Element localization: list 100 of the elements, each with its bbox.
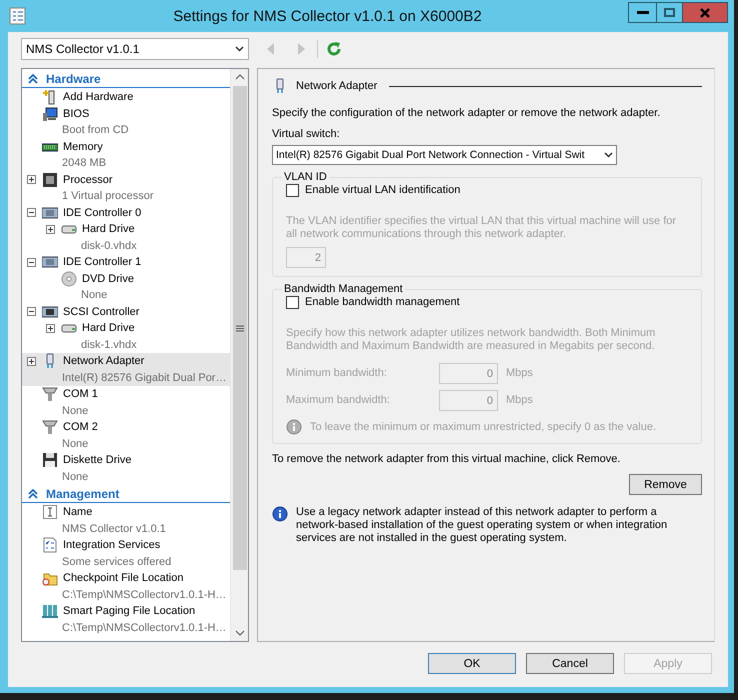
chevron-down-icon [604, 152, 613, 158]
refresh-button[interactable] [326, 41, 342, 57]
item-detail: Some services offered [61, 554, 172, 570]
expand-icon[interactable] [46, 324, 55, 333]
tree-item[interactable]: COM 2 None [22, 419, 230, 452]
item-label: SCSI Controller [63, 306, 140, 318]
tree-item[interactable]: IDE Controller 0 [22, 204, 230, 221]
item-label: Add Hardware [63, 91, 134, 104]
settings-list-icon [9, 7, 27, 25]
item-label: Processor [63, 174, 113, 186]
vlan-note: The VLAN identifier specifies the virtual LAN that this virtual machine will use for all network communications through this network adapter. [286, 215, 678, 241]
minimize-button[interactable] [628, 2, 657, 23]
tree-item[interactable]: Processor 1 Virtual processor [22, 172, 230, 204]
checklist-icon [42, 537, 58, 554]
item-detail: C:\Temp\NMSCollectorv1.0.1-H… [61, 588, 228, 602]
tree-item[interactable]: BIOS Boot from CD [22, 106, 230, 138]
item-detail: C:\Temp\NMSCollectorv1.0.1-H… [61, 620, 228, 636]
chevron-down-icon [235, 46, 244, 52]
text-cursor-icon [42, 504, 58, 520]
item-label: IDE Controller 1 [63, 256, 142, 268]
collapse-icon[interactable] [27, 208, 36, 218]
expand-icon[interactable] [27, 175, 36, 184]
item-detail: None [61, 404, 90, 418]
minimize-icon [636, 10, 648, 14]
virtual-switch-dropdown[interactable]: Intel(R) 82576 Gigabit Dual Port Network Connection - Virtual Swit [272, 145, 617, 165]
tree-item[interactable]: Diskette Drive None [22, 452, 230, 485]
tree-item[interactable]: Network Adapter Intel(R) 82576 Gigabit Dual Por… [22, 353, 230, 386]
tree-item[interactable]: Add Hardware [22, 89, 230, 106]
collapse-section-icon[interactable] [28, 74, 38, 84]
disc-icon [61, 270, 77, 287]
close-icon [699, 8, 711, 18]
section-title[interactable]: Hardware [46, 72, 101, 86]
item-detail: Boot from CD [61, 123, 130, 138]
section-heading: Network Adapter [296, 80, 378, 92]
tree-item[interactable]: Smart Paging File Location C:\Temp\NMSCollectorv1.0.1-H… [22, 603, 230, 636]
item-detail: 1 Virtual processor [61, 189, 155, 204]
item-detail: None [61, 436, 90, 452]
tree-item[interactable]: Name NMS Collector v1.0.1 [22, 504, 230, 537]
controller-icon [42, 204, 58, 221]
processor-chip-icon [42, 172, 58, 188]
item-label: Checkpoint File Location [63, 572, 184, 584]
item-detail: 2048 MB [61, 156, 108, 171]
collapse-icon[interactable] [27, 258, 36, 267]
scrollbar[interactable] [230, 69, 248, 641]
tree-item[interactable]: Memory 2048 MB [22, 138, 230, 172]
controller-icon [42, 254, 58, 270]
info-icon [286, 419, 302, 435]
refresh-icon [326, 41, 342, 57]
item-detail: disk-1.vhdx [80, 338, 138, 352]
tree-item[interactable]: IDE Controller 1 [22, 254, 230, 270]
item-label: IDE Controller 0 [63, 206, 142, 219]
dialog-button[interactable]: Cancel [526, 653, 614, 674]
expand-icon[interactable] [27, 356, 36, 366]
field-label: Virtual switch: [272, 128, 341, 141]
description-text: Specify the configuration of the network adapter or remove the network adapter. [272, 107, 662, 120]
group-title: Bandwidth Management [283, 283, 404, 295]
item-label: COM 2 [63, 421, 98, 434]
serial-port-icon [42, 386, 58, 402]
close-button[interactable] [683, 2, 728, 23]
group-title: VLAN ID [283, 171, 328, 183]
hint-text: To leave the minimum or maximum unrestricted, specify 0 as the value. [310, 420, 656, 434]
tree-item[interactable]: COM 1 None [22, 386, 230, 419]
scroll-thumb[interactable] [232, 86, 246, 570]
info-text: Use a legacy network adapter instead of this network adapter to perform a network-based installation of the guest operating system or when integration services are not installed in the guest operating system. [296, 506, 668, 545]
item-detail: None [80, 288, 108, 303]
collapse-icon[interactable] [27, 307, 36, 316]
collapse-section-icon[interactable] [28, 488, 38, 498]
maximize-button[interactable] [657, 2, 683, 23]
maximize-icon [664, 8, 675, 17]
item-label: Diskette Drive [63, 454, 132, 466]
remove-button[interactable]: Remove [629, 474, 702, 495]
unit-label: Mbps [506, 394, 533, 407]
remove-note: To remove the network adapter from this virtual machine, click Remove. [272, 453, 622, 466]
field-label: Minimum bandwidth: [286, 367, 388, 380]
item-detail: Intel(R) 82576 Gigabit Dual Por… [61, 370, 228, 386]
tree-item[interactable]: Hard Drive disk-1.vhdx [22, 320, 230, 353]
item-label: COM 1 [63, 388, 98, 400]
controller-icon [42, 304, 58, 320]
item-label: Network Adapter [63, 355, 144, 368]
item-label: Memory [63, 140, 103, 153]
item-detail: disk-0.vhdx [80, 238, 138, 254]
item-detail: NMS Collector v1.0.1 [61, 522, 167, 536]
bandwidth-note: Specify how this network adapter utilizes network bandwidth. Both Minimum Bandwidth and Maximum Bandwidth are measured in Megabits per second. [286, 327, 656, 353]
serial-port-icon [42, 419, 58, 436]
tree-item[interactable]: DVD Drive None [22, 270, 230, 304]
item-label: Hard Drive [82, 322, 135, 334]
window-title: Settings for NMS Collector v1.0.1 on X6000B2 [172, 8, 483, 25]
item-detail: None [61, 470, 90, 484]
tree-item[interactable]: Integration Services Some services offered [22, 537, 230, 570]
tree-item[interactable]: Hard Drive disk-0.vhdx [22, 221, 230, 254]
memory-stack-icon [42, 603, 58, 620]
tree-item[interactable]: Checkpoint File Location C:\Temp\NMSCollectorv1.0.1-H… [22, 570, 230, 603]
monitor-icon [42, 106, 58, 122]
dialog-button[interactable]: OK [428, 653, 516, 674]
vm-dropdown[interactable]: NMS Collector v1.0.1 [21, 38, 249, 60]
expand-icon[interactable] [46, 224, 55, 234]
item-label: Smart Paging File Location [63, 605, 196, 618]
unit-label: Mbps [506, 367, 533, 380]
tree-item[interactable]: SCSI Controller [22, 304, 230, 320]
section-title[interactable]: Management [46, 486, 120, 500]
